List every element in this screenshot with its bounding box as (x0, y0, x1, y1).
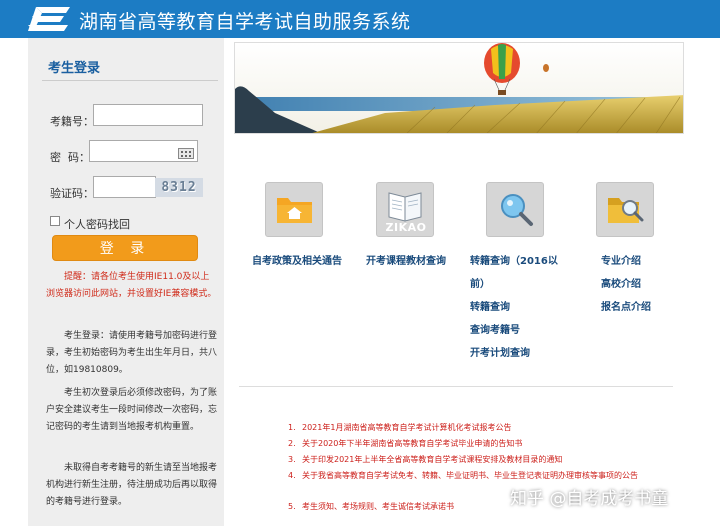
app-header: 湖南省高等教育自学考试自助服务系统 (0, 0, 720, 38)
keyboard-icon[interactable] (178, 148, 194, 159)
id-input[interactable] (93, 104, 203, 126)
transfer-tile[interactable] (486, 182, 544, 237)
announcement-item[interactable]: 2. 关于2020年下半年湖南省高等教育自学考试毕业申请的告知书 (288, 438, 662, 450)
announcement-text[interactable]: 考生须知、考场规则、考生诚信考试承诺书 (302, 502, 454, 511)
login-heading: 考生登录 (48, 61, 101, 76)
exam-plan-link[interactable]: 开考计划查询 (470, 344, 530, 359)
announcement-number: 5. (288, 502, 296, 511)
folder-home-icon (277, 198, 312, 223)
announcement-number: 1. (288, 423, 296, 432)
announcement-text[interactable]: 2021年1月湖南省高等教育自学考试计算机化考试报考公告 (302, 423, 511, 432)
login-button[interactable]: 登 录 (52, 235, 198, 261)
divider (239, 386, 673, 387)
transfer-2016-link-line2[interactable]: 前） (470, 275, 490, 290)
zikao-label: ZIKAO (385, 221, 427, 234)
login-panel: 考生登录 考籍号： 密 码： 验证码： 8312 个人密码找回 登 录 提醒：请… (28, 38, 224, 526)
app-title: 湖南省高等教育自学考试自助服务系统 (79, 11, 411, 33)
folder-search-icon (608, 198, 644, 223)
textbook-tile[interactable]: ZIKAO (376, 182, 434, 237)
browser-notice: 提醒：请各位考生使用IE11.0及以上浏览器访问此网站，并设置好IE兼容模式。 (46, 272, 217, 299)
watermark: 知乎 @自考成考书童 (510, 489, 669, 509)
banner-image (234, 42, 684, 134)
divider (42, 80, 218, 81)
intro-tile[interactable] (596, 182, 654, 237)
magnifier-icon (501, 194, 533, 226)
transfer-2016-link[interactable]: 转籍查询（2016以 (470, 252, 558, 267)
captcha-image[interactable]: 8312 (155, 178, 203, 197)
announcement-number: 4. (288, 471, 296, 480)
textbook-link[interactable]: 开考课程教材查询 (366, 252, 446, 267)
first-login-notice: 考生初次登录后必须修改密码，为了账户安全建议考生一段时间修改一次密码，忘记密码的… (46, 388, 218, 432)
announcement-text[interactable]: 关于印发2021年上半年全省高等教育自学考试课程安排及教材目录的通知 (302, 455, 562, 464)
announcement-text[interactable]: 关于我省高等教育自学考试免考、转籍、毕业证明书、毕业生登记表证明办理审核等事项的… (302, 471, 638, 480)
policy-tile[interactable] (265, 182, 323, 237)
recover-password-checkbox[interactable] (50, 216, 60, 226)
id-label: 考籍号： (50, 115, 94, 128)
captcha-label: 验证码： (50, 187, 94, 200)
login-notice: 考生登录：请使用考籍号加密码进行登录，考生初始密码为考生出生年月日，共八位，如1… (46, 331, 218, 375)
announcement-number: 2. (288, 439, 296, 448)
password-label: 密 码： (50, 151, 90, 164)
captcha-input[interactable] (93, 176, 156, 198)
major-intro-link[interactable]: 专业介绍 (601, 252, 641, 267)
site-intro-link[interactable]: 报名点介绍 (601, 298, 651, 313)
new-student-notice: 未取得自考考籍号的新生请至当地报考机构进行新生注册，待注册成功后再以取得的考籍号… (46, 463, 218, 507)
policy-link[interactable]: 自考政策及相关通告 (252, 252, 342, 267)
search-number-link[interactable]: 查询考籍号 (470, 321, 520, 336)
announcement-item[interactable]: 3. 关于印发2021年上半年全省高等教育自学考试课程安排及教材目录的通知 (288, 454, 662, 466)
announcement-item[interactable]: 4. 关于我省高等教育自学考试免考、转籍、毕业证明书、毕业生登记表证明办理审核等… (288, 470, 657, 482)
announcement-text[interactable]: 关于2020年下半年湖南省高等教育自学考试毕业申请的告知书 (302, 439, 522, 448)
transfer-query-link[interactable]: 转籍查询 (470, 298, 510, 313)
college-intro-link[interactable]: 高校介绍 (601, 275, 641, 290)
announcement-item[interactable]: 1. 2021年1月湖南省高等教育自学考试计算机化考试报考公告 (288, 422, 662, 434)
announcement-number: 3. (288, 455, 296, 464)
recover-password-label[interactable]: 个人密码找回 (64, 216, 130, 232)
logo-icon (28, 7, 70, 31)
